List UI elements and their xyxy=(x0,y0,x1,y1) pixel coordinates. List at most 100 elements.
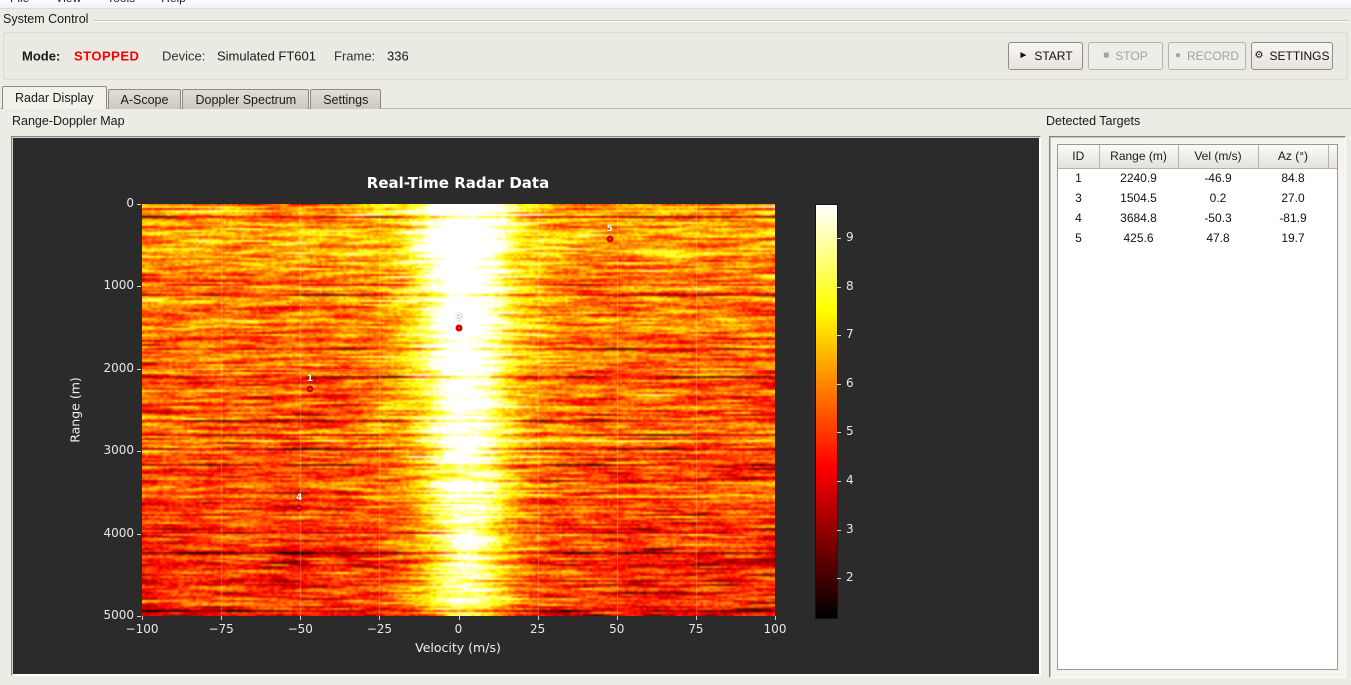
targets-cell: 3684.8 xyxy=(1120,211,1157,225)
targets-cell: -46.9 xyxy=(1204,171,1232,186)
y-tick-mark xyxy=(137,616,141,617)
group-title: System Control xyxy=(3,12,95,26)
x-tick-mark xyxy=(695,616,697,620)
target-marker-5 xyxy=(606,235,614,243)
radar-app-window: { "menu": { "items": ["File", "View", "T… xyxy=(0,0,1351,685)
targets-cell: 1504.5 xyxy=(1120,191,1157,205)
tab-doppler-spectrum[interactable]: Doppler Spectrum xyxy=(182,89,310,109)
targets-cell: -50.3 xyxy=(1204,211,1232,225)
y-tick-mark xyxy=(137,286,141,288)
colorbar-tick-mark xyxy=(837,578,841,580)
targets-table-container: ID Range (m) Vel (m/s) Az (°) 1 2240.9 -46.9 8… xyxy=(1057,144,1338,670)
targets-cell-stub xyxy=(1328,188,1337,208)
transport-buttons: ► START ■ STOP ● RECORD ⚙ SETTINGS xyxy=(1008,42,1333,70)
target-marker-label-5: 5 xyxy=(606,224,613,235)
gear-icon: ⚙ xyxy=(1254,50,1264,61)
y-tick-mark xyxy=(137,204,141,205)
target-marker-label-1: 1 xyxy=(306,373,314,384)
target-marker-3 xyxy=(455,324,463,332)
start-button[interactable]: ► START xyxy=(1008,42,1083,70)
menu-item-tools[interactable]: Tools xyxy=(107,0,135,8)
targets-table-body: 1 2240.9 -46.9 84.8 3 1504.5 0.2 27.0 4 3684.8 -50… xyxy=(1058,168,1337,248)
range-doppler-heatmap xyxy=(142,204,775,616)
record-button: ● RECORD xyxy=(1168,42,1246,70)
targets-header-row: ID Range (m) Vel (m/s) Az (°) xyxy=(1058,145,1337,169)
targets-col-header-stub xyxy=(1328,145,1337,169)
colorbar-tick-mark xyxy=(837,286,841,288)
targets-cell: 425.6 xyxy=(1123,231,1154,245)
tab-settings[interactable]: Settings xyxy=(310,89,382,109)
targets-cell: -81.9 xyxy=(1279,211,1307,225)
x-tick-mark xyxy=(775,616,776,620)
targets-cell: 5 xyxy=(1075,231,1082,245)
targets-col-header-range-m[interactable]: Range (m) xyxy=(1099,145,1179,169)
target-marker-1 xyxy=(306,385,314,393)
x-tick-mark xyxy=(458,616,460,620)
x-tick-mark xyxy=(142,616,143,620)
y-tick-label: 2000 xyxy=(103,360,134,375)
settings-button[interactable]: ⚙ SETTINGS xyxy=(1251,42,1333,70)
table-row[interactable]: 3 1504.5 0.2 27.0 xyxy=(1058,188,1337,208)
y-tick-mark xyxy=(137,368,141,370)
start-button-label: START xyxy=(1034,49,1073,63)
y-tick-label: 1000 xyxy=(103,278,134,293)
targets-col-header-id[interactable]: ID xyxy=(1058,145,1100,169)
table-row[interactable]: 5 425.6 47.8 19.7 xyxy=(1058,228,1337,248)
targets-cell: 84.8 xyxy=(1281,171,1305,186)
x-tick-label: −100 xyxy=(125,622,159,636)
menu-item-help[interactable]: Help xyxy=(161,0,186,8)
colorbar-tick-mark xyxy=(837,383,841,385)
colorbar-tick-label: 7 xyxy=(846,327,854,342)
device-label: Device: xyxy=(162,48,206,64)
tab-radar-display[interactable]: Radar Display xyxy=(2,86,107,109)
range-doppler-panel: Real-Time Radar Data Velocity (m/s) Rang… xyxy=(11,136,1041,676)
y-tick-mark xyxy=(137,533,141,535)
tab-bar: Radar Display A-Scope Doppler Spectrum Sett… xyxy=(2,86,382,109)
menu-bar: File View Tools Help xyxy=(0,0,1351,9)
targets-cell: 19.7 xyxy=(1281,231,1305,245)
targets-cell: 2240.9 xyxy=(1120,171,1157,186)
target-marker-4 xyxy=(295,504,303,512)
targets-cell: 3 xyxy=(1075,191,1082,205)
colorbar-tick-mark xyxy=(837,238,841,239)
y-tick-label: 3000 xyxy=(103,443,134,458)
colorbar-tick-mark xyxy=(837,480,841,482)
menu-item-file[interactable]: File xyxy=(10,0,29,8)
colorbar-tick-label: 6 xyxy=(846,375,854,390)
x-tick-label: 75 xyxy=(688,622,704,636)
table-row[interactable]: 4 3684.8 -50.3 -81.9 xyxy=(1058,208,1337,228)
colorbar-tick-label: 8 xyxy=(846,278,854,293)
targets-cell: 1 xyxy=(1075,171,1082,186)
system-control-group: System Control Mode: STOPPED Device: Sim… xyxy=(0,12,1351,82)
chart-title: Real-Time Radar Data xyxy=(366,174,550,192)
mode-value: STOPPED xyxy=(74,48,140,64)
radar-figure: Real-Time Radar Data Velocity (m/s) Rang… xyxy=(13,138,1039,674)
targets-cell: 0.2 xyxy=(1209,191,1227,205)
x-tick-label: −25 xyxy=(366,622,393,636)
play-icon: ► xyxy=(1018,50,1029,61)
colorbar-tick-mark xyxy=(837,529,841,531)
x-tick-label: −50 xyxy=(287,622,313,636)
target-marker-label-3: 3 xyxy=(455,312,463,323)
x-tick-mark xyxy=(221,616,223,620)
menu-item-view[interactable]: View xyxy=(55,0,81,8)
colorbar-tick-label: 9 xyxy=(846,230,854,244)
targets-cell-stub xyxy=(1328,168,1337,188)
device-value: Simulated FT601 xyxy=(217,48,316,64)
tab-a-scope[interactable]: A-Scope xyxy=(107,89,182,109)
system-control-content: Mode: STOPPED Device: Simulated FT601 Fr… xyxy=(3,32,1348,80)
x-tick-label: −75 xyxy=(208,622,234,636)
mode-label: Mode: xyxy=(22,48,61,64)
stop-icon: ■ xyxy=(1103,50,1110,61)
frame-label: Frame: xyxy=(334,48,376,64)
y-tick-mark xyxy=(137,451,141,453)
table-row[interactable]: 1 2240.9 -46.9 84.8 xyxy=(1058,168,1337,188)
targets-cell: 27.0 xyxy=(1281,191,1305,205)
x-tick-mark xyxy=(300,616,302,620)
colorbar-tick-label: 5 xyxy=(846,424,854,439)
target-marker-label-4: 4 xyxy=(296,492,303,503)
colorbar xyxy=(815,204,838,619)
x-tick-label: 100 xyxy=(763,622,787,636)
targets-col-header-vel-m-s[interactable]: Vel (m/s) xyxy=(1178,145,1259,169)
targets-col-header-az[interactable]: Az (°) xyxy=(1258,145,1329,169)
